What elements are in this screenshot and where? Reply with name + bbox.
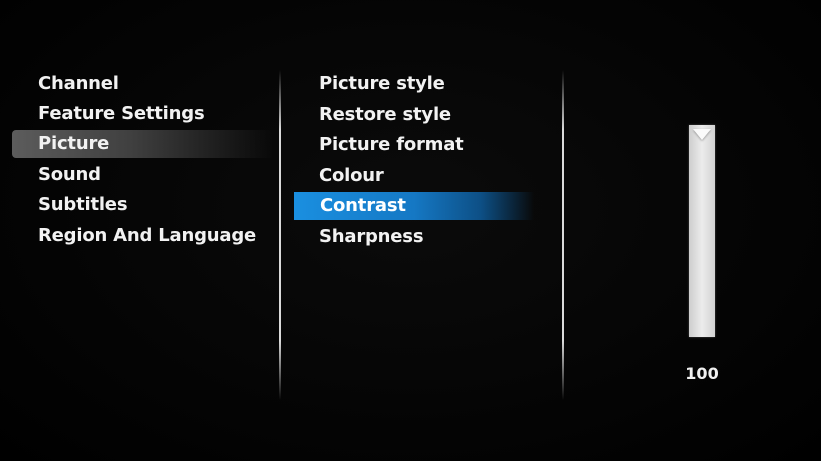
tv-menu-screen: Channel Feature Settings Picture Sound S… — [0, 0, 821, 461]
menu-item-channel[interactable]: Channel — [38, 70, 119, 98]
menu-item-feature-settings[interactable]: Feature Settings — [38, 100, 205, 128]
slider-fill — [689, 125, 715, 337]
menu-item-picture[interactable]: Picture — [12, 130, 274, 158]
submenu-item-picture-style[interactable]: Picture style — [319, 70, 445, 98]
menu-item-subtitles[interactable]: Subtitles — [38, 191, 128, 219]
column-divider — [279, 70, 281, 400]
slider-value: 100 — [685, 364, 719, 383]
slider-handle-arrow-icon[interactable] — [693, 129, 711, 140]
submenu-item-picture-format[interactable]: Picture format — [319, 131, 464, 159]
submenu-item-restore-style[interactable]: Restore style — [319, 101, 451, 129]
column-divider — [562, 70, 564, 400]
submenu-item-contrast[interactable]: Contrast — [294, 192, 534, 220]
submenu-item-colour[interactable]: Colour — [319, 162, 384, 190]
submenu-item-sharpness[interactable]: Sharpness — [319, 223, 424, 251]
contrast-slider[interactable] — [689, 125, 715, 337]
menu-item-region-and-language[interactable]: Region And Language — [38, 222, 256, 250]
menu-item-sound[interactable]: Sound — [38, 161, 101, 189]
